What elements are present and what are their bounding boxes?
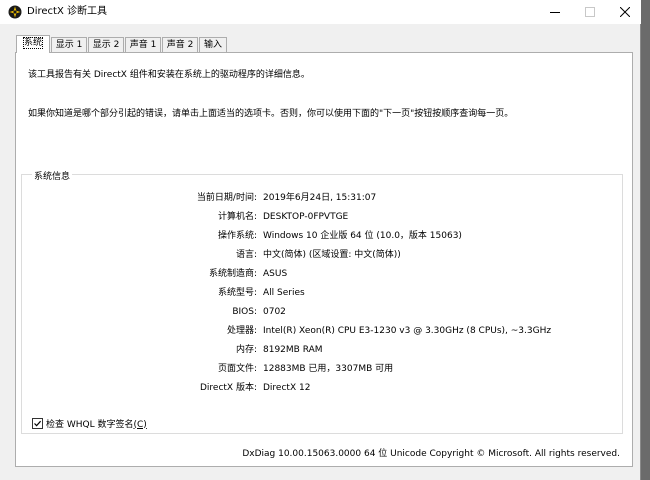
tab-display-2[interactable]: 显示 2	[88, 37, 124, 52]
window-title: DirectX 诊断工具	[27, 6, 107, 17]
info-row-os: 操作系统: Windows 10 企业版 64 位 (10.0，版本 15063…	[217, 231, 462, 241]
system-info-legend: 系统信息	[32, 169, 73, 182]
minimize-button[interactable]	[538, 0, 572, 24]
minimize-icon	[550, 12, 560, 13]
close-icon	[620, 7, 630, 17]
info-row-computer-name: 计算机名: DESKTOP-0FPVTGE	[217, 212, 349, 222]
tab-sound-2[interactable]: 声音 2	[162, 37, 198, 52]
system-tab-panel: 该工具报告有关 DirectX 组件和安装在系统上的驱动程序的详细信息。 如果你…	[15, 52, 633, 467]
tab-sound-1[interactable]: 声音 1	[125, 37, 161, 52]
info-row-processor: 处理器: Intel(R) Xeon(R) CPU E3-1230 v3 @ 3…	[226, 326, 552, 336]
maximize-button[interactable]	[573, 0, 607, 24]
info-row-model: 系统型号: All Series	[217, 288, 305, 298]
title-bar: DirectX 诊断工具	[0, 0, 641, 24]
whql-accelerator: (C)	[133, 419, 147, 430]
close-button[interactable]	[608, 0, 642, 24]
info-row-bios: BIOS: 0702	[232, 307, 286, 317]
info-row-datetime: 当前日期/时间: 2019年6月24日, 15:31:07	[196, 193, 377, 203]
whql-checkbox[interactable]: 检查 WHQL 数字签名(C)	[32, 416, 147, 430]
whql-label: 检查 WHQL 数字签名	[46, 419, 134, 430]
intro-text-1: 该工具报告有关 DirectX 组件和安装在系统上的驱动程序的详细信息。	[28, 70, 310, 80]
info-row-language: 语言: 中文(简体) (区域设置: 中文(简体))	[235, 250, 401, 260]
system-info-group: 系统信息 当前日期/时间: 2019年6月24日, 15:31:07 计算机名:…	[21, 169, 623, 434]
tab-input[interactable]: 输入	[199, 37, 227, 52]
dxdiag-window: DirectX 诊断工具 系统 显示 1 显示 2 声音 1 声音 2 输入 该…	[0, 0, 641, 480]
info-row-directx-version: DirectX 版本: DirectX 12	[199, 383, 311, 393]
tab-system[interactable]: 系统	[16, 35, 50, 53]
info-row-page-file: 页面文件: 12883MB 已用，3307MB 可用	[217, 364, 394, 374]
intro-text-2: 如果你知道是哪个部分引起的错误，请单击上面适当的选项卡。否则，你可以使用下面的"…	[28, 109, 514, 119]
info-row-memory: 内存: 8192MB RAM	[235, 345, 323, 355]
directx-logo-icon	[8, 5, 22, 19]
checkbox-checked-icon	[32, 417, 43, 429]
info-row-manufacturer: 系统制造商: ASUS	[208, 269, 288, 279]
tab-display-1[interactable]: 显示 1	[51, 37, 87, 52]
version-copyright: DxDiag 10.00.15063.0000 64 位 Unicode Cop…	[242, 449, 620, 459]
maximize-icon	[585, 7, 595, 17]
